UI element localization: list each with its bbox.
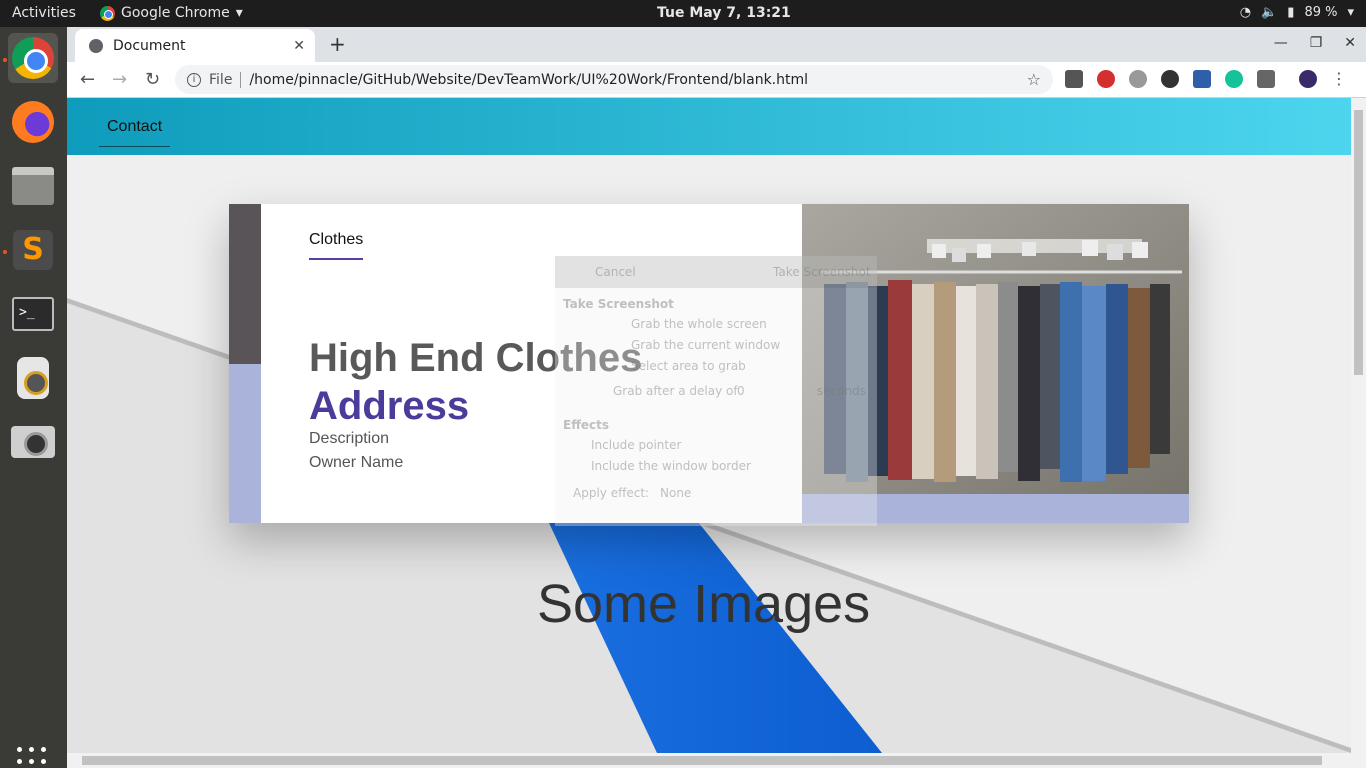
ghost-take-button: Take Screenshot bbox=[773, 265, 871, 279]
tab-title: Document bbox=[113, 37, 186, 54]
url-text[interactable]: /home/pinnacle/GitHub/Website/DevTeamWor… bbox=[249, 72, 808, 88]
minimize-icon[interactable]: — bbox=[1274, 35, 1288, 51]
close-tab-icon[interactable]: ✕ bbox=[293, 38, 305, 54]
ghost-delay-value: 0 bbox=[737, 384, 745, 398]
business-description: Description bbox=[309, 430, 390, 447]
ghost-apply-value: None bbox=[660, 486, 692, 500]
ghost-apply-label: Apply effect: bbox=[573, 486, 650, 500]
ghost-pointer-option: Include pointer bbox=[591, 438, 682, 452]
dock-terminal[interactable]: >_ bbox=[8, 289, 58, 339]
ghost-option-screen: Grab the whole screen bbox=[631, 317, 767, 331]
extension-bulb-icon[interactable] bbox=[1257, 69, 1275, 88]
running-indicator bbox=[3, 250, 7, 254]
card-accent-lavender bbox=[229, 364, 261, 523]
dock-chrome[interactable] bbox=[8, 33, 58, 83]
horizontal-scrollbar[interactable] bbox=[67, 753, 1366, 768]
tab-document[interactable]: Document ✕ bbox=[75, 29, 315, 62]
power-menu-chevron-icon: ▾ bbox=[1347, 5, 1354, 20]
dock-files[interactable] bbox=[8, 161, 58, 211]
sublime-text-icon: S bbox=[13, 230, 53, 270]
owner-name: Owner Name bbox=[309, 454, 404, 471]
camera-icon bbox=[11, 426, 55, 458]
chevron-down-icon: ▾ bbox=[235, 5, 243, 21]
card-accent-dark bbox=[229, 204, 261, 364]
dock-cheese[interactable] bbox=[8, 417, 58, 467]
ghost-option-window: Grab the current window bbox=[631, 338, 781, 352]
grammarly-icon[interactable] bbox=[1225, 69, 1243, 88]
ghost-seconds-label: seconds bbox=[817, 384, 867, 398]
address-bar[interactable]: i File /home/pinnacle/GitHub/Website/Dev… bbox=[175, 65, 1053, 94]
extension-cloud-icon[interactable] bbox=[1129, 69, 1147, 88]
restore-icon[interactable]: ❐ bbox=[1310, 35, 1323, 51]
clock[interactable]: Tue May 7, 13:21 bbox=[657, 5, 791, 21]
bookmark-star-icon[interactable]: ☆ bbox=[1027, 70, 1041, 89]
tab-strip: Document ✕ + — ❐ ✕ bbox=[67, 27, 1366, 62]
shield-icon[interactable] bbox=[1193, 69, 1211, 88]
ghost-option-area: Select area to grab bbox=[631, 359, 746, 373]
horizontal-scroll-thumb[interactable] bbox=[82, 756, 1322, 765]
ghost-cancel-button: Cancel bbox=[595, 265, 636, 279]
dock-sublime[interactable]: S bbox=[8, 225, 58, 275]
app-menu-label: Google Chrome bbox=[121, 5, 230, 21]
ghost-heading: Take Screenshot bbox=[563, 297, 674, 311]
extension-layers-icon[interactable] bbox=[1065, 69, 1083, 88]
reload-button[interactable]: ↻ bbox=[145, 69, 160, 90]
info-icon[interactable]: i bbox=[187, 72, 201, 87]
forward-button[interactable]: → bbox=[112, 69, 127, 90]
firefox-icon bbox=[12, 101, 54, 143]
show-applications-icon[interactable] bbox=[17, 747, 46, 768]
battery-percent: 89 % bbox=[1304, 5, 1338, 20]
gnome-top-bar: Activities Google Chrome ▾ Tue May 7, 13… bbox=[0, 0, 1366, 27]
ghost-delay-label: Grab after a delay of bbox=[613, 384, 738, 398]
chrome-icon bbox=[100, 5, 115, 21]
browser-toolbar: ← → ↻ i File /home/pinnacle/GitHub/Websi… bbox=[67, 62, 1366, 98]
page-viewport: Contact Clothes High End Clothes Address… bbox=[67, 98, 1351, 753]
business-address: Address bbox=[309, 384, 470, 428]
rhythmbox-icon bbox=[17, 357, 49, 399]
volume-icon: 🔈 bbox=[1261, 5, 1278, 20]
dock-firefox[interactable] bbox=[8, 97, 58, 147]
site-navbar: Contact bbox=[67, 98, 1351, 155]
running-indicator bbox=[3, 58, 7, 62]
menu-kebab-icon[interactable]: ⋮ bbox=[1331, 69, 1347, 88]
section-title: Some Images bbox=[537, 574, 871, 634]
ghost-effects-heading: Effects bbox=[563, 418, 610, 432]
system-status-area[interactable]: ◔ 🔈 ▮ 89 % ▾ bbox=[1240, 5, 1354, 20]
scheme-label: File bbox=[209, 71, 242, 88]
new-tab-button[interactable]: + bbox=[329, 32, 346, 56]
close-window-icon[interactable]: ✕ bbox=[1344, 35, 1356, 51]
extensions-area: ⋮ bbox=[1065, 69, 1347, 88]
terminal-icon: >_ bbox=[12, 297, 54, 331]
dock: S >_ bbox=[0, 27, 67, 768]
ghost-screenshot-dialog: Cancel Take Screenshot Take Screenshot G… bbox=[555, 256, 877, 526]
ghost-border-option: Include the window border bbox=[591, 459, 751, 473]
dock-rhythmbox[interactable] bbox=[8, 353, 58, 403]
profile-avatar[interactable] bbox=[1299, 69, 1317, 88]
app-menu[interactable]: Google Chrome ▾ bbox=[100, 5, 243, 21]
chrome-window: Document ✕ + — ❐ ✕ ← → ↻ i File /home/pi… bbox=[67, 27, 1366, 768]
vertical-scrollbar[interactable] bbox=[1351, 98, 1366, 753]
files-icon bbox=[12, 167, 54, 205]
nav-link-contact[interactable]: Contact bbox=[99, 118, 171, 147]
ghost-dialog-header: Cancel Take Screenshot bbox=[555, 256, 877, 288]
extension-k-icon[interactable] bbox=[1161, 69, 1179, 88]
vertical-scroll-thumb[interactable] bbox=[1354, 110, 1363, 375]
back-button[interactable]: ← bbox=[80, 69, 95, 90]
globe-icon bbox=[89, 38, 103, 53]
wifi-icon: ◔ bbox=[1239, 5, 1252, 20]
window-controls: — ❐ ✕ bbox=[1274, 35, 1356, 51]
category-tab[interactable]: Clothes bbox=[309, 231, 364, 260]
adblock-plus-icon[interactable] bbox=[1097, 69, 1115, 88]
battery-icon: ▮ bbox=[1287, 5, 1295, 20]
chrome-icon bbox=[12, 37, 54, 79]
activities-button[interactable]: Activities bbox=[12, 5, 76, 21]
